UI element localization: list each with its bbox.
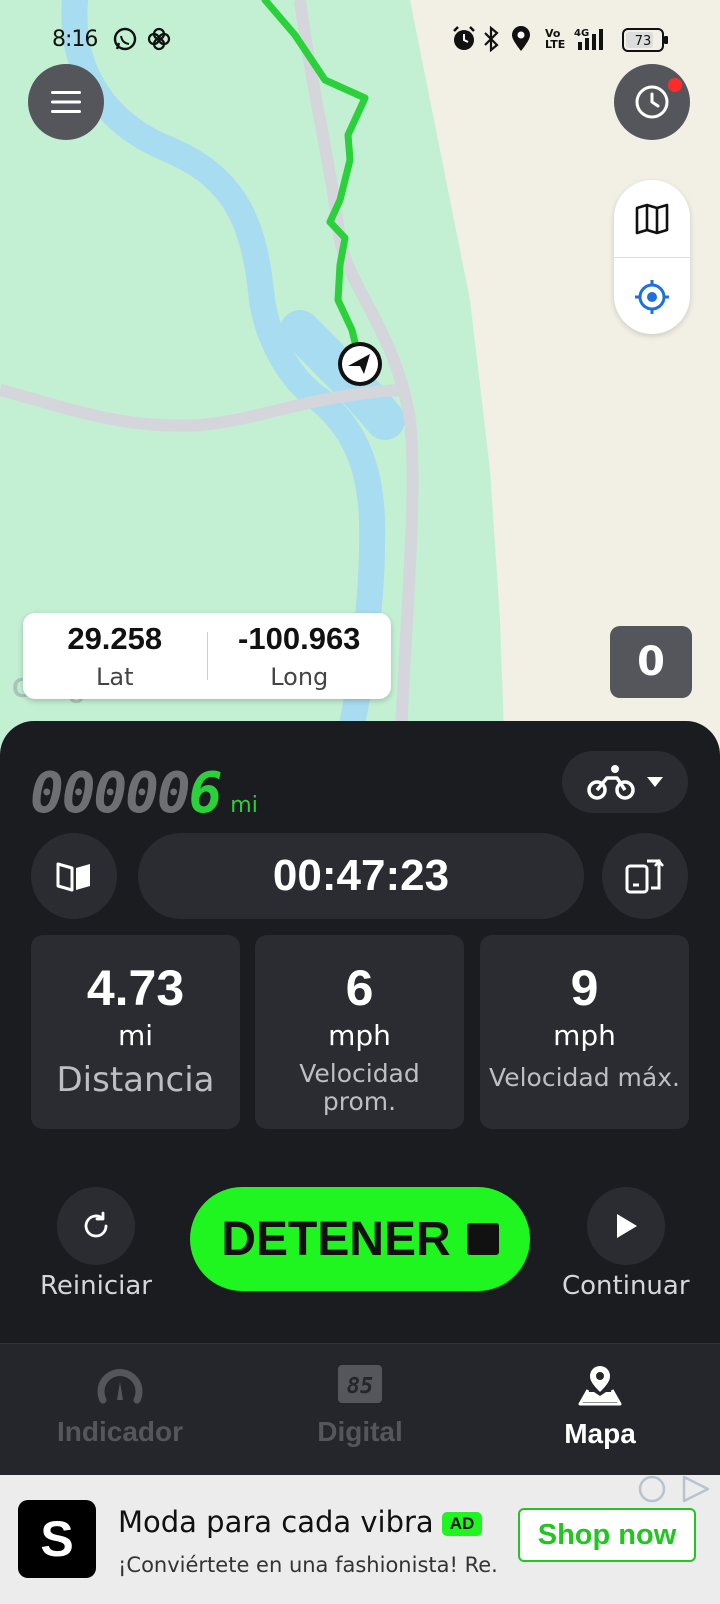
max-speed-unit: mph — [553, 1019, 616, 1052]
ad-logo: S — [18, 1500, 96, 1578]
odometer-unit: mi — [230, 793, 258, 818]
odometer-digits: 00000 — [30, 761, 191, 826]
battery-icon: 73 — [622, 28, 670, 56]
distance-value: 4.73 — [86, 960, 185, 1016]
continue-button[interactable] — [586, 1187, 665, 1265]
nav-item-digital[interactable]: 85 Digital — [240, 1344, 480, 1475]
my-location-button[interactable] — [614, 258, 690, 335]
digital-display-icon: 85 — [338, 1365, 382, 1403]
map-fullscreen-button[interactable] — [31, 833, 117, 919]
nav-item-mapa[interactable]: Mapa — [480, 1344, 720, 1475]
nav-label-indicador: Indicador — [56, 1416, 183, 1447]
max-speed-value: 9 — [570, 960, 599, 1016]
ad-title: Moda para cada vibra AD — [118, 1505, 483, 1539]
max-speed-label: Velocidad máx. — [489, 1063, 680, 1092]
map-pin-icon — [578, 1366, 622, 1406]
latitude-value: 29.258 — [67, 621, 163, 656]
status-time: 8:16 — [52, 27, 98, 52]
distance-label: Distancia — [56, 1060, 215, 1100]
svg-text:4G: 4G — [574, 28, 589, 39]
distance-unit: mi — [117, 1019, 154, 1052]
rotate-screen-icon — [625, 858, 664, 894]
map-layers-icon — [635, 203, 669, 234]
avg-speed-value: 6 — [345, 960, 374, 1016]
alarm-icon — [452, 26, 476, 56]
hamburger-icon — [51, 91, 81, 113]
trip-panel: 00000 6 mi 00:47:23 4.73 mi Distancia 6 … — [0, 721, 720, 1343]
battery-level: 73 — [635, 34, 652, 49]
speedometer-icon — [97, 1369, 143, 1404]
location-icon — [510, 26, 532, 56]
nav-label-digital: Digital — [317, 1416, 403, 1447]
whatsapp-icon — [112, 26, 138, 56]
ad-badge: AD — [441, 1512, 483, 1536]
map-layers-button[interactable] — [614, 180, 690, 257]
map-tools — [614, 180, 690, 334]
chevron-down-icon — [647, 777, 663, 787]
longitude-value: -100.963 — [238, 621, 361, 656]
current-position-marker-icon — [336, 340, 384, 388]
ad-subtitle: ¡Conviértete en una fashionista! Re... — [118, 1553, 498, 1577]
distance-card: 4.73 mi Distancia — [31, 935, 240, 1129]
ad-title-text: Moda para cada vibra — [118, 1505, 434, 1539]
continue-label: Continuar — [562, 1271, 690, 1301]
rotate-screen-button[interactable] — [602, 833, 688, 919]
avg-speed-unit: mph — [328, 1019, 391, 1052]
bluetooth-icon — [482, 25, 500, 56]
avg-speed-card: 6 mph Velocidad prom. — [255, 935, 464, 1129]
trip-timer: 00:47:23 — [138, 833, 584, 919]
stop-button[interactable]: DETENER — [190, 1187, 530, 1291]
odometer: 00000 6 mi — [30, 761, 258, 826]
ad-choices-icon[interactable] — [636, 1473, 714, 1503]
volte-icon: Vo LTE — [545, 27, 566, 51]
reset-action: Reiniciar — [40, 1187, 152, 1301]
latitude-label: Lat — [96, 663, 134, 691]
ad-banner[interactable]: S Moda para cada vibra AD ¡Conviértete en… — [0, 1475, 720, 1604]
longitude-label: Long — [270, 663, 329, 691]
longitude: -100.963 Long — [208, 613, 392, 699]
speed-limit-counter[interactable]: 0 — [610, 626, 692, 698]
odometer-last-digit: 6 — [188, 761, 223, 826]
menu-button[interactable] — [28, 64, 104, 140]
map-view[interactable]: 8:16 Vo LTE 4G 73 29.258 Lat -100.963 Lo… — [0, 0, 720, 760]
bicycle-icon — [587, 765, 635, 800]
status-bar: 8:16 Vo LTE 4G 73 — [0, 0, 720, 82]
stop-icon — [466, 1223, 499, 1255]
open-book-icon — [56, 862, 90, 892]
my-location-icon — [635, 279, 669, 314]
bottom-nav: Indicador 85 Digital Mapa — [0, 1343, 720, 1475]
signal-4g-icon: 4G — [574, 26, 610, 56]
notification-dot — [668, 78, 682, 92]
play-icon — [616, 1214, 637, 1238]
refresh-icon — [84, 1211, 108, 1238]
stop-label: DETENER — [221, 1212, 451, 1266]
nav-label-mapa: Mapa — [564, 1418, 636, 1449]
history-button[interactable] — [614, 64, 690, 140]
continue-action: Continuar — [562, 1187, 690, 1301]
shop-now-button[interactable]: Shop now — [518, 1508, 696, 1562]
vehicle-selector[interactable] — [562, 751, 688, 813]
max-speed-card: 9 mph Velocidad máx. — [480, 935, 689, 1129]
latitude: 29.258 Lat — [23, 613, 207, 699]
clock-icon — [635, 85, 669, 119]
reset-button[interactable] — [56, 1187, 135, 1265]
coordinates-card: 29.258 Lat -100.963 Long — [23, 613, 391, 699]
svg-text:85: 85 — [347, 1374, 374, 1399]
nav-item-indicador[interactable]: Indicador — [0, 1344, 240, 1475]
reset-label: Reiniciar — [40, 1271, 152, 1301]
avg-speed-label: Velocidad prom. — [299, 1059, 420, 1116]
pinwheel-icon — [146, 26, 172, 56]
